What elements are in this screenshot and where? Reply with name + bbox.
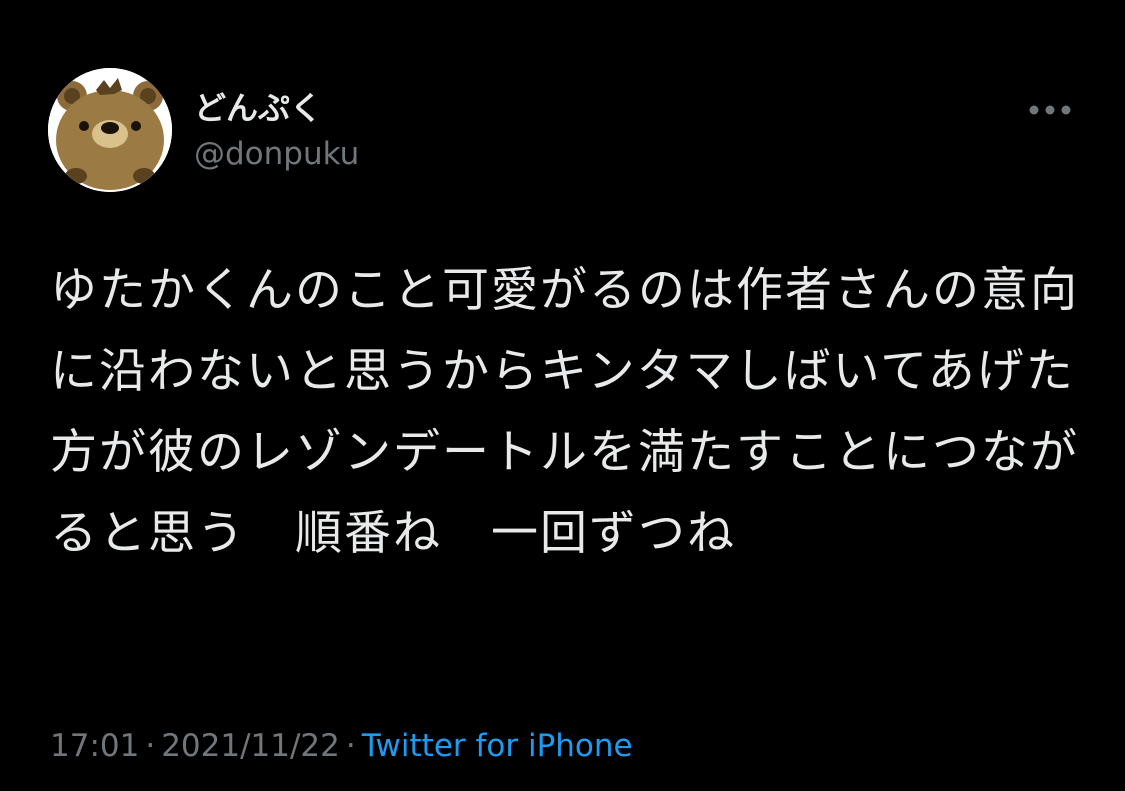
tweet-text: ゆたかくんのこと可愛がるのは作者さんの意向に沿わないと思うからキンタマしばいてあ…: [50, 263, 1079, 561]
separator: ·: [345, 728, 356, 764]
tweet: どんぷく @donpuku ゆたかくんのこと可愛がるのは作者さんの意向に沿わない…: [0, 0, 1125, 791]
bear-avatar-icon: [48, 68, 172, 192]
user-handle[interactable]: @donpuku: [194, 134, 359, 174]
avatar[interactable]: [48, 68, 172, 192]
more-dots-icon: [1029, 105, 1071, 115]
tweet-metadata: 17:01 · 2021/11/22 · Twitter for iPhone: [50, 724, 633, 768]
tweet-date[interactable]: 2021/11/22: [161, 728, 340, 764]
separator: ·: [145, 728, 156, 764]
tweet-source-link[interactable]: Twitter for iPhone: [362, 728, 633, 764]
display-name[interactable]: どんぷく: [194, 88, 322, 128]
more-options-button[interactable]: [1022, 90, 1078, 130]
tweet-time[interactable]: 17:01: [50, 728, 139, 764]
